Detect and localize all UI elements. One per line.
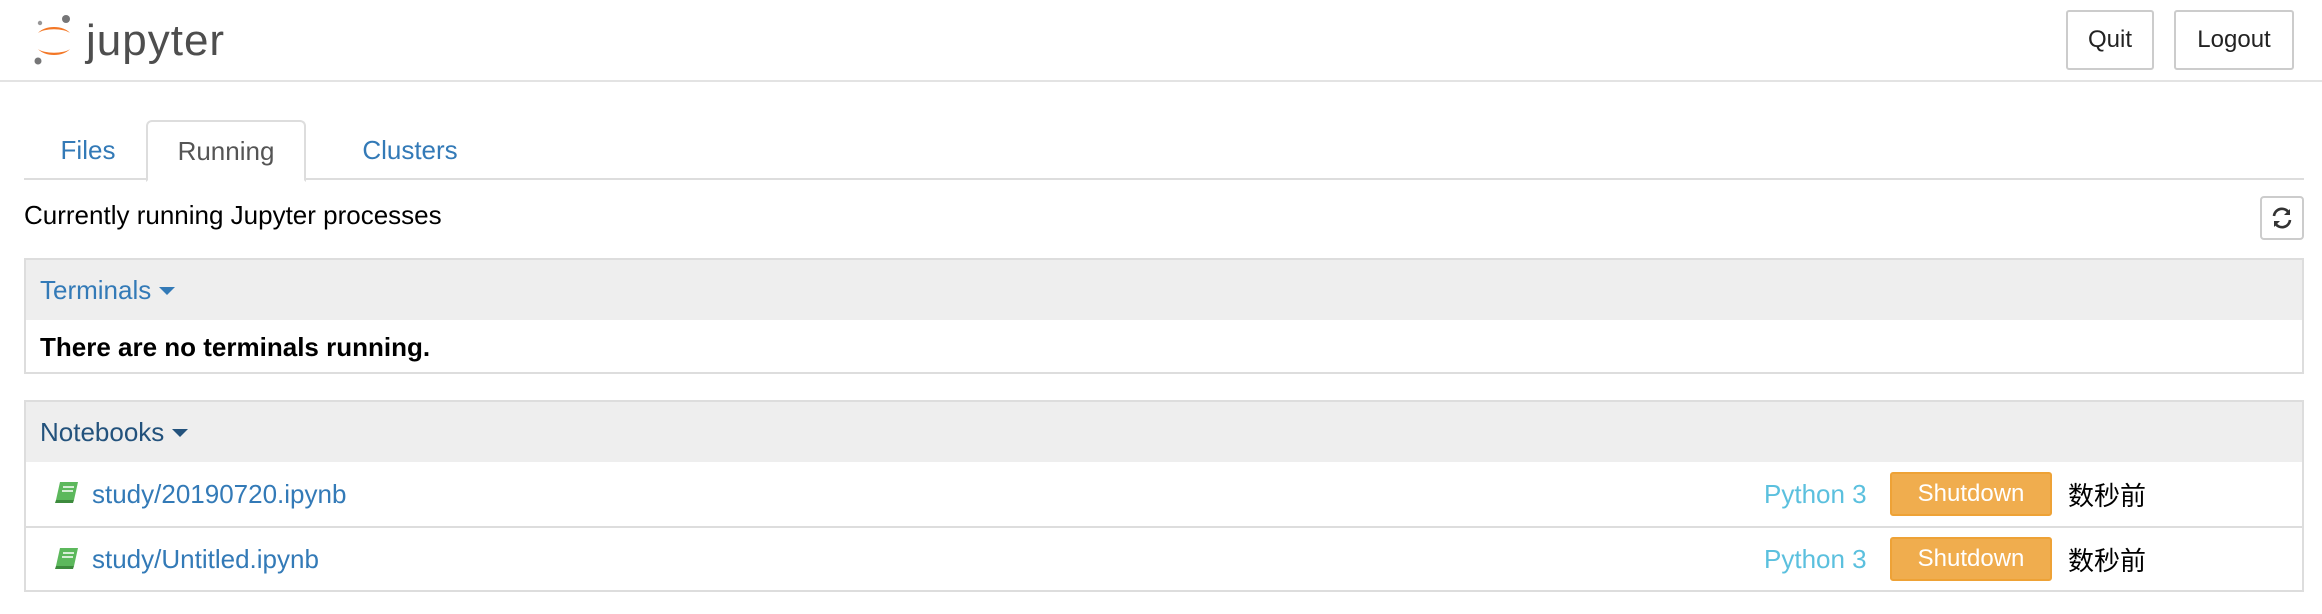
last-activity-time: 数秒前 bbox=[2068, 546, 2147, 577]
quit-button[interactable]: Quit bbox=[2066, 10, 2154, 70]
terminals-panel: Terminals There are no terminals running… bbox=[24, 258, 2304, 374]
shutdown-button[interactable]: Shutdown bbox=[1890, 472, 2052, 516]
list-item: study/Untitled.ipynb Python 3 Shutdown 数… bbox=[26, 526, 2302, 590]
jupyter-logo-icon bbox=[32, 13, 76, 69]
logout-button[interactable]: Logout bbox=[2174, 10, 2294, 70]
terminals-empty-message: There are no terminals running. bbox=[40, 331, 431, 362]
notebook-link[interactable]: study/20190720.ipynb bbox=[92, 479, 346, 510]
tab-bar: Files Running Clusters bbox=[24, 120, 2304, 182]
book-icon bbox=[54, 546, 80, 570]
book-icon bbox=[54, 480, 80, 504]
list-item: study/20190720.ipynb Python 3 Shutdown 数… bbox=[26, 462, 2302, 526]
refresh-button[interactable] bbox=[2260, 196, 2304, 240]
jupyter-logo[interactable]: jupyter bbox=[32, 10, 252, 72]
kernel-name: Python 3 bbox=[1764, 478, 1867, 509]
shutdown-button[interactable]: Shutdown bbox=[1890, 537, 2052, 581]
logo-text: jupyter bbox=[86, 16, 226, 65]
refresh-icon bbox=[2272, 207, 2292, 229]
notebooks-panel: Notebooks study/20190720.ipynb Python 3 … bbox=[24, 400, 2304, 592]
caret-down-icon bbox=[159, 287, 176, 295]
caret-down-icon bbox=[172, 429, 189, 437]
header: jupyter Quit Logout bbox=[0, 0, 2322, 82]
kernel-name: Python 3 bbox=[1764, 543, 1867, 574]
running-title: Currently running Jupyter processes bbox=[24, 200, 442, 230]
tab-clusters[interactable]: Clusters bbox=[324, 120, 496, 180]
notebook-link[interactable]: study/Untitled.ipynb bbox=[92, 544, 319, 575]
notebooks-heading[interactable]: Notebooks bbox=[26, 402, 2302, 462]
notebooks-heading-label: Notebooks bbox=[40, 416, 165, 447]
terminals-heading-label: Terminals bbox=[40, 274, 152, 305]
tab-files[interactable]: Files bbox=[32, 120, 144, 180]
tab-running[interactable]: Running bbox=[146, 120, 306, 182]
last-activity-time: 数秒前 bbox=[2068, 481, 2147, 512]
terminals-heading[interactable]: Terminals bbox=[26, 260, 2302, 320]
